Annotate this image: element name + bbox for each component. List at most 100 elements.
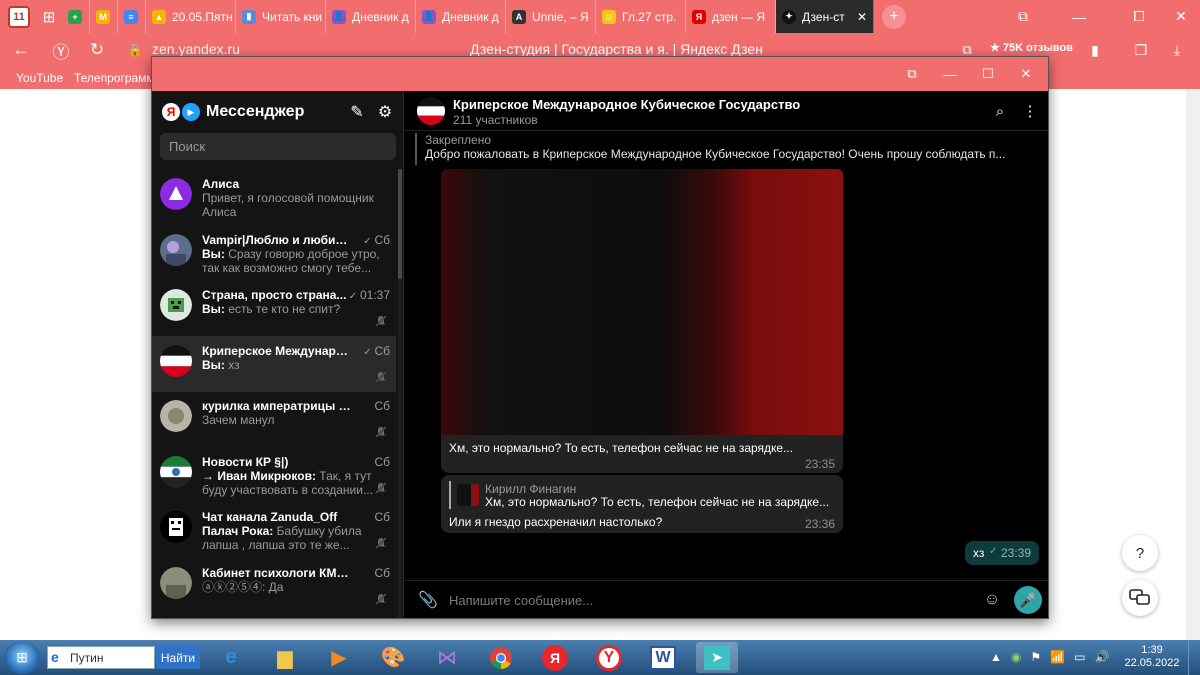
yandex-app-icon[interactable]: Y xyxy=(588,642,630,673)
back-icon[interactable]: ← xyxy=(10,39,32,61)
yandex-y-icon: Я xyxy=(542,644,568,671)
chat-header[interactable]: Криперское Международное Кубическое Госу… xyxy=(405,91,1048,131)
support-chat-button[interactable] xyxy=(1122,580,1158,616)
network-icon[interactable]: 📶 xyxy=(1050,650,1065,664)
pinned-message[interactable]: Закреплено Добро пожаловать в Криперское… xyxy=(415,133,1035,165)
new-tab-icon[interactable]: ⊞ xyxy=(36,6,62,28)
chat-list-item[interactable]: Vampir|Люблю и любим... Вы: Сразу говорю … xyxy=(152,225,396,281)
tab-active-label: Дзен-ст xyxy=(802,9,845,24)
maximize-icon[interactable]: ⧠ xyxy=(1120,0,1158,33)
tab-active[interactable]: ✦ Дзен-ст ✕ xyxy=(776,0,874,33)
bookmark-youtube[interactable]: YouTube xyxy=(16,71,63,85)
microphone-button[interactable]: 🎤 xyxy=(1014,586,1042,614)
settings-gear-icon[interactable]: ⚙ xyxy=(374,101,396,123)
browser-tab[interactable]: 👤 Дневник д xyxy=(326,0,416,33)
tab-favicon-icon: ▲ xyxy=(152,9,166,24)
chat-preview: Вы: есть те кто не спит? xyxy=(202,302,382,316)
messenger-arrow-icon: ➤ xyxy=(704,645,730,670)
browser-tab[interactable]: ☺ Гл.27 стр. xyxy=(596,0,686,33)
internet-explorer-icon[interactable]: e xyxy=(210,642,252,673)
collections-icon[interactable]: ❐ xyxy=(1130,39,1152,61)
tab-close-icon[interactable]: ✕ xyxy=(857,10,867,24)
browser-tab[interactable]: ≡ xyxy=(118,0,146,33)
chat-search-icon[interactable]: ⌕ xyxy=(989,100,1011,122)
chrome-icon[interactable] xyxy=(480,642,522,673)
messenger-minimize-icon[interactable]: — xyxy=(938,63,962,85)
bookmark-icon[interactable]: ▮ xyxy=(1084,39,1106,61)
image-message-caption[interactable]: Хм, это нормально? То есть, телефон сейч… xyxy=(441,435,843,473)
paint-icon[interactable]: 🎨 xyxy=(372,642,414,673)
clock-date: 22.05.2022 xyxy=(1124,657,1180,669)
tab-favicon-icon: ☺ xyxy=(602,9,616,24)
volume-icon[interactable]: 🔊 xyxy=(1094,650,1109,664)
browser-tab[interactable]: 👤 Дневник д xyxy=(416,0,506,33)
tray-app-icon[interactable]: ◉ xyxy=(1011,650,1021,664)
chat-list-scroll-thumb[interactable] xyxy=(398,169,402,279)
browser-tab[interactable]: Ядзен — Я xyxy=(686,0,776,33)
chat-list-item[interactable]: Алиса Привет, я голосовой помощник Алиса xyxy=(152,169,396,225)
popout-icon[interactable]: ⧉ xyxy=(900,63,924,85)
download-icon[interactable]: ⤓ xyxy=(1166,39,1188,61)
chat-menu-icon[interactable]: ⋮ xyxy=(1019,100,1041,122)
add-tab-button[interactable]: + xyxy=(882,4,906,29)
reply-quote[interactable]: Кирилл Финагин Хм, это нормально? То ест… xyxy=(449,481,839,509)
reload-icon[interactable]: ↻ xyxy=(86,39,108,61)
close-icon[interactable]: ✕ xyxy=(1162,0,1200,33)
chat-list-item[interactable]: Чат канала Zanuda_Off Палач Рока: Бабушку… xyxy=(152,502,396,558)
visual-studio-icon[interactable]: ⋈ xyxy=(426,642,468,673)
chat-search-input[interactable] xyxy=(160,133,396,160)
outgoing-message[interactable]: хз ✓ 23:39 xyxy=(965,541,1039,565)
taskbar-search-input[interactable] xyxy=(47,646,155,669)
taskbar-clock[interactable]: 1:39 22.05.2022 xyxy=(1122,644,1182,670)
flag-tray-icon[interactable]: ⚑ xyxy=(1030,650,1041,664)
minimize-icon[interactable]: — xyxy=(1060,0,1098,33)
messenger-close-icon[interactable]: ✕ xyxy=(1014,63,1038,85)
reviews-badge[interactable]: ★ 75K отзывов xyxy=(990,41,1073,54)
browser-tab[interactable]: ▲ 20.05.Пятн xyxy=(146,0,236,33)
browser-tab[interactable]: M xyxy=(90,0,118,33)
url-field[interactable]: zen.yandex.ru xyxy=(152,41,240,57)
word-icon[interactable]: W xyxy=(642,642,684,673)
browser-tab[interactable]: A Unnie, – Я xyxy=(506,0,596,33)
compose-icon[interactable]: ✎ xyxy=(346,101,368,123)
taskbar-search-button[interactable]: Найти xyxy=(156,646,200,669)
battery-icon[interactable]: ▭ xyxy=(1074,650,1085,664)
browser-tab[interactable]: ▮ Читать кни xyxy=(236,0,326,33)
yandex-home-icon[interactable]: Ⓨ xyxy=(50,39,72,62)
chat-list-item[interactable]: Страна, просто страна... Вы: есть те кто … xyxy=(152,280,396,336)
chat-preview-text: ⓐⓚ②⑤④: Да xyxy=(202,579,284,594)
media-player-icon[interactable]: ▶ xyxy=(318,642,360,673)
chat-avatar-strana xyxy=(160,289,192,321)
chat-list-scrollbar[interactable] xyxy=(398,169,402,618)
chat-name: Кабинет психологи КМКГ(... xyxy=(202,565,352,580)
chat-list-item[interactable]: Новости КР §|) → Иван Микрюков: Так, я ту… xyxy=(152,447,396,503)
read-check-icon: ✓ xyxy=(363,346,375,358)
page-scrollbar[interactable] xyxy=(1186,89,1200,640)
chat-area: Криперское Международное Кубическое Госу… xyxy=(405,91,1048,618)
tray-expand-icon[interactable]: ▲ xyxy=(990,650,1002,664)
messenger-app-icon[interactable]: ➤ xyxy=(696,642,738,673)
start-button[interactable]: ⊞ xyxy=(4,641,40,674)
help-button[interactable]: ? xyxy=(1122,535,1158,571)
chat-list-item[interactable]: Криперское Международ... Вы: хз ✓ Сб xyxy=(152,335,396,392)
show-desktop-button[interactable] xyxy=(1188,640,1200,675)
chat-name: Страна, просто страна... xyxy=(202,288,347,302)
message-image[interactable] xyxy=(441,169,843,435)
bookmark-tv[interactable]: Телепрограмма xyxy=(74,71,161,85)
yandex-browser-icon[interactable]: Я xyxy=(534,642,576,673)
chat-avatar-vampir xyxy=(160,233,192,266)
message-input[interactable] xyxy=(449,589,929,611)
chat-list-item[interactable]: Кабинет психологи КМКГ(... ⓐⓚ②⑤④: Да Сб xyxy=(152,558,396,614)
messenger-maximize-icon[interactable]: ☐ xyxy=(976,63,1000,85)
tabs-menu-icon[interactable]: ⧉ xyxy=(1004,0,1042,33)
tab-counter[interactable]: 11 xyxy=(8,5,30,28)
browser-tab[interactable]: + xyxy=(62,0,90,33)
file-explorer-icon[interactable]: ▆ xyxy=(264,642,306,673)
attach-paperclip-icon[interactable]: 📎 xyxy=(417,589,439,611)
chat-list-item[interactable]: курилка императрицы [av... Зачем манул Сб xyxy=(152,391,396,447)
emoji-icon[interactable]: ☺ xyxy=(981,589,1003,611)
ie-search-icon: e xyxy=(51,649,59,665)
reply-message[interactable]: Кирилл Финагин Хм, это нормально? То ест… xyxy=(441,475,843,533)
chat-avatar[interactable] xyxy=(417,97,445,125)
read-check-icon: ✓ xyxy=(989,546,998,557)
